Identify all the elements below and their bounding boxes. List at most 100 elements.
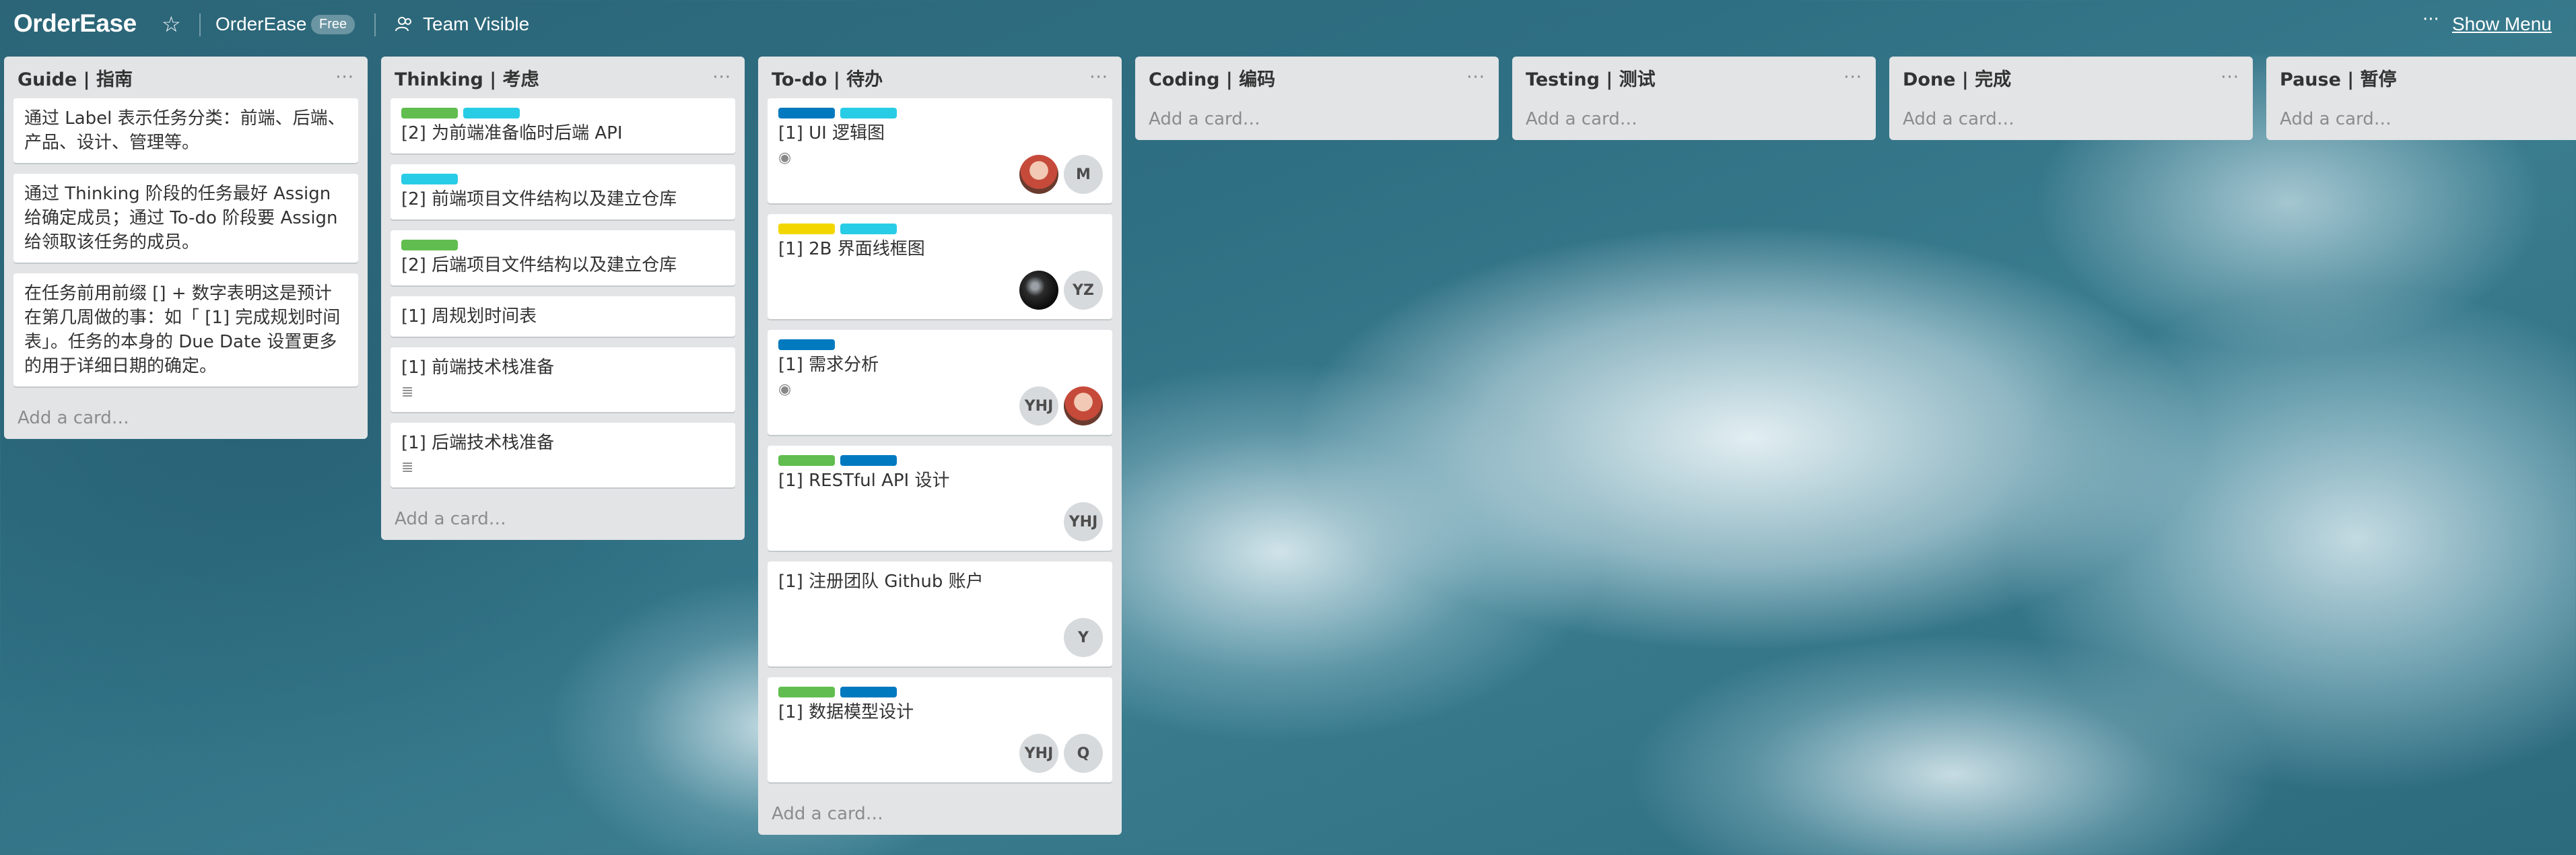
list-menu-icon[interactable]: ···	[1089, 67, 1108, 88]
card-title: [1] 周规划时间表	[401, 306, 537, 327]
list-header: Pause | 暂停···	[2276, 57, 2576, 98]
blue-label	[778, 339, 835, 350]
list-column: Pause | 暂停···Add a card…	[2266, 57, 2576, 140]
cyan-label	[840, 224, 897, 234]
member-avatar[interactable]	[1064, 386, 1103, 425]
card[interactable]: [1] 数据模型设计 YHJ Q	[768, 677, 1112, 782]
show-menu-link[interactable]: Show Menu	[2452, 13, 2552, 35]
board-title[interactable]: OrderEase	[13, 9, 137, 38]
eye-icon: ◉	[778, 149, 792, 166]
add-card-button[interactable]: Add a card…	[768, 793, 1112, 835]
card[interactable]: [1] 周规划时间表	[391, 296, 735, 337]
member-avatar[interactable]: Y	[1064, 618, 1103, 657]
card[interactable]: [1] 需求分析 ◉ YHJ	[768, 330, 1112, 435]
organization-name[interactable]: OrderEase	[215, 13, 306, 35]
cyan-label	[840, 108, 897, 118]
header-divider	[199, 13, 201, 36]
card-members: YHJ	[1019, 386, 1103, 425]
list-title[interactable]: Done | 完成	[1903, 65, 2011, 91]
card-members: Y	[1064, 618, 1103, 657]
cyan-label	[401, 174, 458, 184]
card[interactable]: [1] 后端技术栈准备 ≣	[391, 423, 735, 487]
card-labels	[401, 174, 724, 184]
list-title[interactable]: Guide | 指南	[18, 65, 133, 91]
star-icon[interactable]: ☆	[162, 11, 181, 38]
card[interactable]: 通过 Thinking 阶段的任务最好 Assign 给确定成员；通过 To-d…	[13, 174, 358, 263]
list-header: Guide | 指南 ···	[13, 57, 358, 98]
list-header: To-do | 待办 ···	[768, 57, 1112, 98]
card[interactable]: [2] 为前端准备临时后端 API	[391, 98, 735, 153]
member-avatar[interactable]	[1019, 271, 1058, 310]
blue-label	[840, 687, 897, 697]
green-label	[778, 687, 835, 697]
member-avatar[interactable]: Q	[1064, 734, 1103, 773]
description-icon: ≣	[401, 383, 414, 401]
add-card-button[interactable]: Add a card…	[391, 498, 735, 540]
card[interactable]: [2] 前端项目文件结构以及建立仓库	[391, 164, 735, 219]
card-title: [2] 后端项目文件结构以及建立仓库	[401, 255, 677, 275]
card-labels	[778, 224, 1101, 234]
visibility-button[interactable]: Team Visible	[423, 13, 529, 35]
list-title[interactable]: Testing | 测试	[1526, 65, 1656, 91]
list-menu-icon[interactable]: ···	[1466, 67, 1485, 88]
list-title[interactable]: Thinking | 考虑	[395, 65, 539, 91]
card[interactable]: [2] 后端项目文件结构以及建立仓库	[391, 230, 735, 285]
member-avatar[interactable]: YHJ	[1019, 386, 1058, 425]
add-card-button[interactable]: Add a card…	[1522, 98, 1866, 140]
add-card-button[interactable]: Add a card…	[13, 397, 358, 439]
member-avatar[interactable]	[1019, 155, 1058, 194]
card-title: 在任务前用前缀 [] + 数字表明这是预计在第几周做的事：如「 [1] 完成规划…	[24, 283, 341, 376]
card-title: [1] UI 逻辑图	[778, 123, 885, 143]
card-title: [1] 后端技术栈准备	[401, 433, 555, 453]
description-icon: ≣	[401, 458, 414, 476]
card[interactable]: [1] UI 逻辑图 ◉ M	[768, 98, 1112, 203]
green-label	[778, 455, 835, 466]
member-avatar[interactable]: YHJ	[1064, 502, 1103, 541]
member-avatar[interactable]: M	[1064, 155, 1103, 194]
add-card-button[interactable]: Add a card…	[1145, 98, 1489, 140]
card[interactable]: [1] 注册团队 Github 账户 Y	[768, 561, 1112, 666]
add-card-button[interactable]: Add a card…	[2276, 98, 2576, 140]
board-header: OrderEase ☆ OrderEase Free Team Visible …	[0, 0, 2576, 51]
list-header: Coding | 编码 ···	[1145, 57, 1489, 98]
card-members: YHJ	[1064, 502, 1103, 541]
list-menu-icon[interactable]: ···	[1843, 67, 1862, 88]
green-label	[401, 240, 458, 250]
list-title[interactable]: Coding | 编码	[1149, 65, 1275, 91]
list-title[interactable]: Pause | 暂停	[2280, 65, 2397, 91]
team-icon	[395, 17, 411, 32]
card-badges: ≣	[401, 455, 724, 479]
list-menu-icon[interactable]: ···	[335, 67, 354, 88]
card[interactable]: 通过 Label 表示任务分类：前端、后端、产品、设计、管理等。	[13, 98, 358, 163]
header-divider	[374, 13, 376, 36]
card-labels	[778, 108, 1101, 118]
list-column: Guide | 指南 ··· 通过 Label 表示任务分类：前端、后端、产品、设计…	[4, 57, 368, 439]
list-header: Done | 完成 ···	[1899, 57, 2243, 98]
card-members: M	[1019, 155, 1103, 194]
cyan-label	[463, 108, 520, 118]
list-column: Done | 完成 ··· Add a card…	[1889, 57, 2253, 140]
list-column: Testing | 测试 ··· Add a card…	[1512, 57, 1876, 140]
green-label	[401, 108, 458, 118]
card-title: [1] 注册团队 Github 账户	[778, 572, 984, 592]
card-labels	[401, 108, 724, 118]
add-card-button[interactable]: Add a card…	[1899, 98, 2243, 140]
list-menu-icon[interactable]: ···	[712, 67, 731, 88]
yellow-label	[778, 224, 835, 234]
card-title: [1] 数据模型设计	[778, 702, 914, 722]
member-avatar[interactable]: YHJ	[1019, 734, 1058, 773]
blue-label	[778, 108, 835, 118]
list-column: Thinking | 考虑 ··· [2] 为前端准备临时后端 API [2] 前端项…	[381, 57, 745, 540]
card[interactable]: [1] 前端技术栈准备 ≣	[391, 347, 735, 412]
more-icon[interactable]: ···	[2422, 9, 2439, 30]
card[interactable]: [1] RESTful API 设计 YHJ	[768, 446, 1112, 551]
list-title[interactable]: To-do | 待办	[772, 65, 883, 91]
list-menu-icon[interactable]: ···	[2221, 67, 2239, 88]
list-header: Thinking | 考虑 ···	[391, 57, 735, 98]
member-avatar[interactable]: YZ	[1064, 271, 1103, 310]
card[interactable]: [1] 2B 界面线框图 YZ	[768, 214, 1112, 319]
list-column: Coding | 编码 ··· Add a card…	[1135, 57, 1499, 140]
list-column: To-do | 待办 ··· [1] UI 逻辑图 ◉ M [1] 2B 界面线框图 YZ […	[758, 57, 1122, 835]
card[interactable]: 在任务前用前缀 [] + 数字表明这是预计在第几周做的事：如「 [1] 完成规划…	[13, 273, 358, 386]
card-title: [2] 前端项目文件结构以及建立仓库	[401, 189, 677, 209]
